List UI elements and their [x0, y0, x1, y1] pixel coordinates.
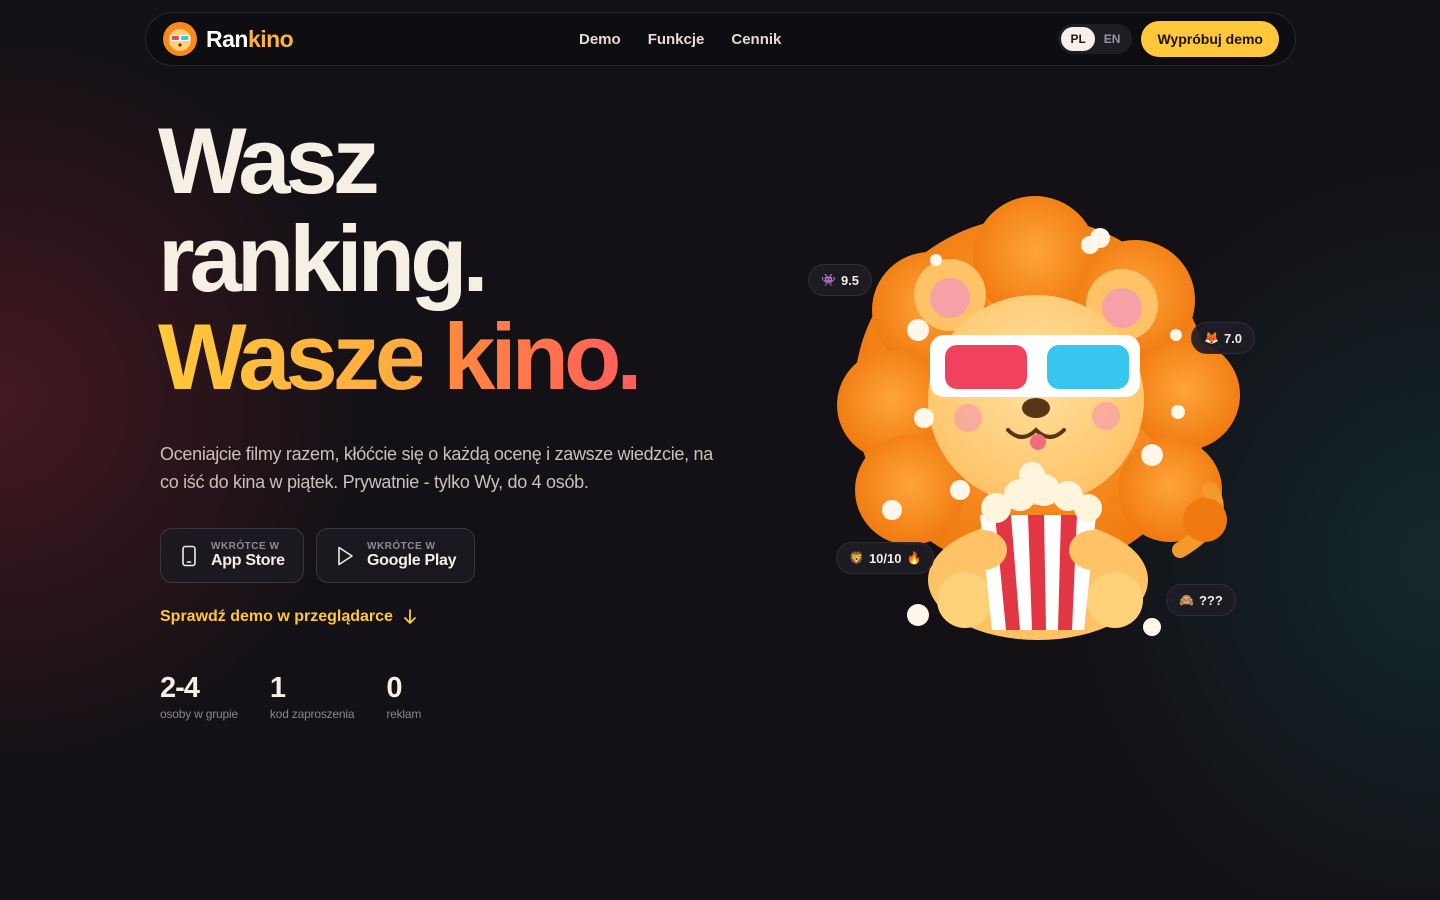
app-store-soon: WKRÓTCE W — [211, 541, 280, 552]
stat-ads: 0 reklam — [386, 672, 421, 721]
app-store-name: App Store — [211, 552, 285, 569]
google-play-text: WKRÓTCE W Google Play — [367, 541, 456, 570]
google-play-name: Google Play — [367, 552, 457, 569]
rating-chip: 🙈 ??? — [1166, 584, 1236, 616]
monkey-icon: 🙈 — [1179, 593, 1194, 607]
hero-title: Wasz ranking. Wasze kino. — [158, 108, 643, 406]
hero-line-3b: kino. — [443, 304, 642, 409]
stats: 2-4 osoby w grupie 1 kod zaproszenia 0 r… — [160, 672, 421, 721]
stat-label: osoby w grupie — [160, 707, 238, 721]
nav-link-demo[interactable]: Demo — [579, 31, 621, 48]
alien-icon: 👾 — [821, 273, 836, 287]
fox-icon: 🦊 — [1204, 331, 1219, 345]
app-store-text: WKRÓTCE W App Store — [211, 541, 285, 570]
fire-icon: 🔥 — [906, 551, 922, 565]
lang-en[interactable]: EN — [1095, 27, 1130, 51]
try-demo-button[interactable]: Wypróbuj demo — [1141, 21, 1279, 57]
language-switch: PL EN — [1058, 24, 1133, 54]
lion-icon: 🦁 — [849, 551, 864, 565]
stat-group-size: 2-4 osoby w grupie — [160, 672, 238, 721]
rating-chip-value: 9.5 — [840, 272, 860, 288]
rating-chip-value: 7.0 — [1223, 330, 1243, 346]
arrow-down-icon — [404, 609, 416, 624]
nav-link-funkcje[interactable]: Funkcje — [648, 31, 705, 48]
demo-in-browser-link[interactable]: Sprawdź demo w przeglądarce — [160, 608, 417, 626]
nav-links: Demo Funkcje Cennik — [579, 13, 781, 65]
rating-chip-value: 10/10 — [868, 550, 902, 566]
stat-invite-code: 1 kod zaproszenia — [269, 672, 355, 721]
stat-num: 1 — [269, 672, 286, 704]
brand-name: Rankino — [206, 25, 294, 52]
play-icon — [338, 546, 353, 565]
lang-pl[interactable]: PL — [1061, 27, 1095, 51]
lion-mascot-illustration: 👾 9.5 🦊 7.0 🦁 10/10 🔥 🙈 ??? — [800, 190, 1270, 660]
stat-label: reklam — [386, 707, 422, 721]
hero-lead: Oceniajcie filmy razem, kłóćcie się o ka… — [160, 444, 713, 492]
app-store-button[interactable]: WKRÓTCE W App Store — [160, 528, 304, 583]
brand[interactable]: Rankino — [162, 21, 294, 57]
rating-chip: 🦊 7.0 — [1191, 322, 1256, 354]
hero-line-3: Wasze kino. — [158, 308, 643, 406]
stat-label: kod zaproszenia — [269, 707, 355, 721]
lion-logo-icon — [163, 22, 197, 56]
rating-chip: 🦁 10/10 🔥 — [836, 542, 935, 574]
nav-link-cennik[interactable]: Cennik — [731, 31, 781, 48]
stat-num: 2-4 — [160, 672, 200, 704]
phone-icon — [182, 545, 196, 566]
hero-line-3a: Wasze — [158, 304, 427, 409]
hero-line-1: Wasz — [158, 108, 380, 213]
google-play-soon: WKRÓTCE W — [367, 541, 436, 552]
stat-num: 0 — [386, 672, 402, 704]
top-nav: Rankino Demo Funkcje Cennik PL EN Wyprób… — [145, 12, 1296, 66]
demo-link-label: Sprawdź demo w przeglądarce — [160, 608, 393, 625]
google-play-button[interactable]: WKRÓTCE W Google Play — [316, 528, 475, 583]
hero-line-2: ranking. — [158, 206, 489, 311]
rating-chip-value: ??? — [1198, 592, 1223, 608]
rating-chip: 👾 9.5 — [808, 264, 873, 296]
nav-right: PL EN Wypróbuj demo — [1058, 21, 1279, 57]
